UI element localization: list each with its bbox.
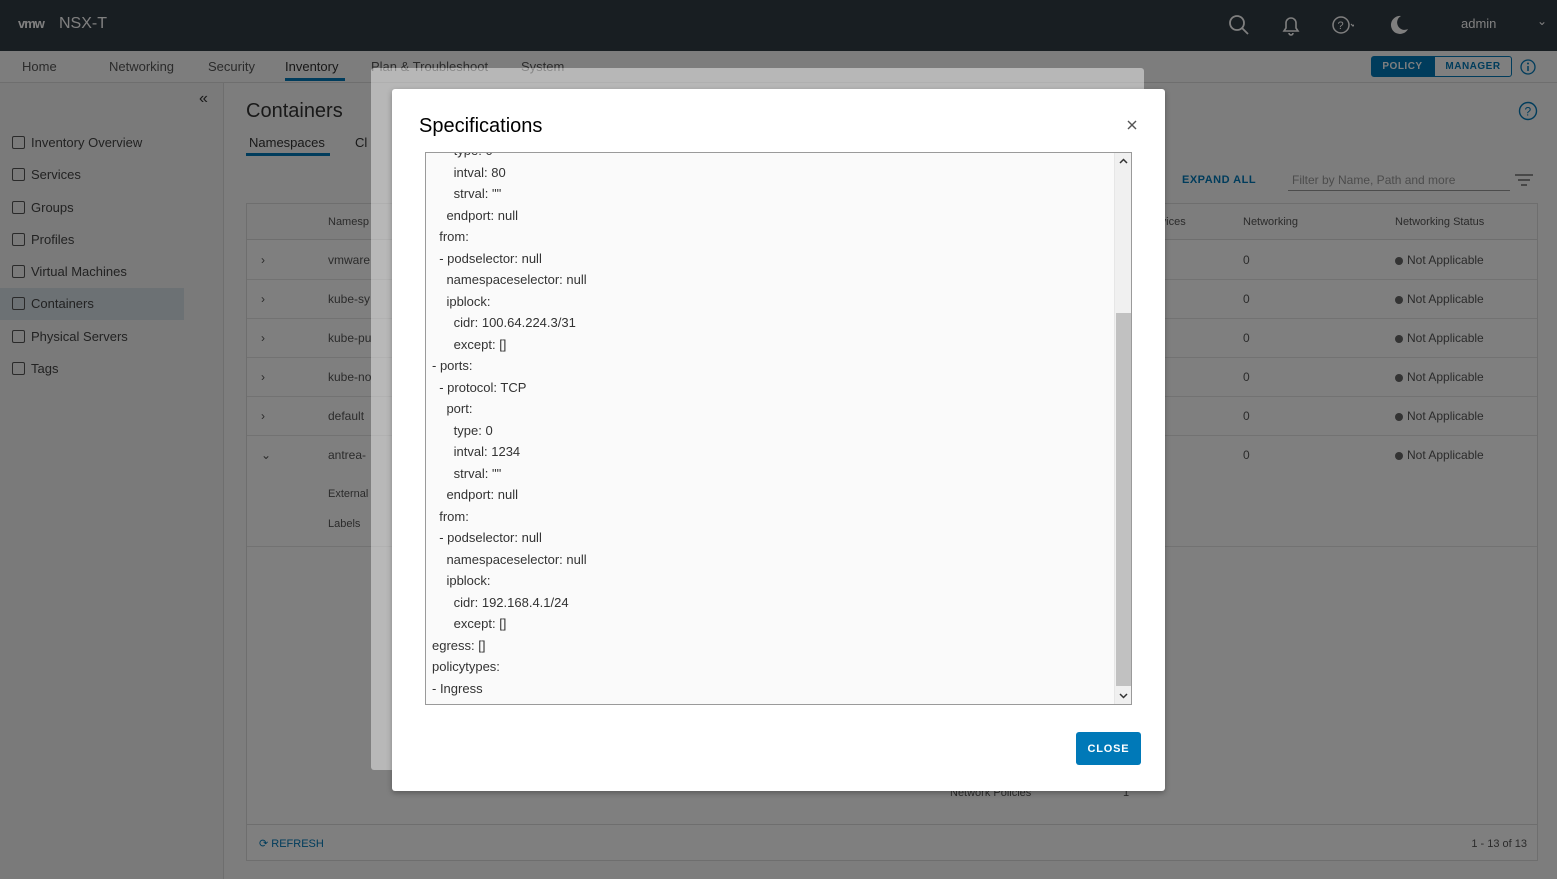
spec-line: from: (432, 229, 469, 244)
spec-line: namespaceselector: null (432, 272, 587, 287)
close-icon[interactable] (1125, 118, 1139, 132)
spec-lines: type: 0 intval: 80 strval: "" endport: n… (426, 153, 1114, 699)
spec-line: endport: null (432, 207, 518, 223)
specifications-dialog: Specifications type: 0 intval: 80 strval… (392, 89, 1165, 791)
spec-line: egress: [] (432, 637, 486, 653)
spec-line: except: [] (432, 616, 507, 631)
spec-line: - podselector: null (432, 530, 542, 545)
spec-line: from: (432, 508, 469, 524)
spec-line: - ports: (432, 358, 473, 373)
spec-line: except: [] (432, 336, 507, 352)
spec-line: endport: null (432, 487, 518, 502)
spec-line: policytypes: (432, 659, 500, 674)
spec-line: - Ingress (432, 680, 483, 696)
spec-line: type: 0 (432, 422, 493, 438)
spec-line: cidr: 100.64.224.3/31 (432, 315, 576, 330)
spec-text-area[interactable]: type: 0 intval: 80 strval: "" endport: n… (425, 152, 1132, 705)
close-button[interactable]: CLOSE (1076, 732, 1141, 765)
spec-line: - protocol: TCP (432, 379, 527, 395)
spec-line: port: (432, 401, 473, 416)
dialog-title: Specifications (419, 115, 543, 137)
scroll-down-icon[interactable] (1118, 690, 1129, 701)
spec-line: strval: "" (432, 186, 502, 201)
scrollbar-thumb[interactable] (1116, 313, 1131, 686)
spec-line: intval: 80 (432, 164, 506, 180)
spec-line: strval: "" (432, 465, 502, 481)
spec-line: intval: 1234 (432, 444, 521, 459)
spec-line: ipblock: (432, 573, 491, 588)
scroll-up-icon[interactable] (1118, 156, 1129, 167)
spec-line: namespaceselector: null (432, 551, 587, 567)
spec-line: ipblock: (432, 293, 491, 309)
spec-line: type: 0 (426, 153, 1114, 162)
scrollbar[interactable] (1114, 153, 1131, 704)
spec-line: - podselector: null (432, 250, 542, 266)
spec-line: cidr: 192.168.4.1/24 (432, 594, 569, 610)
